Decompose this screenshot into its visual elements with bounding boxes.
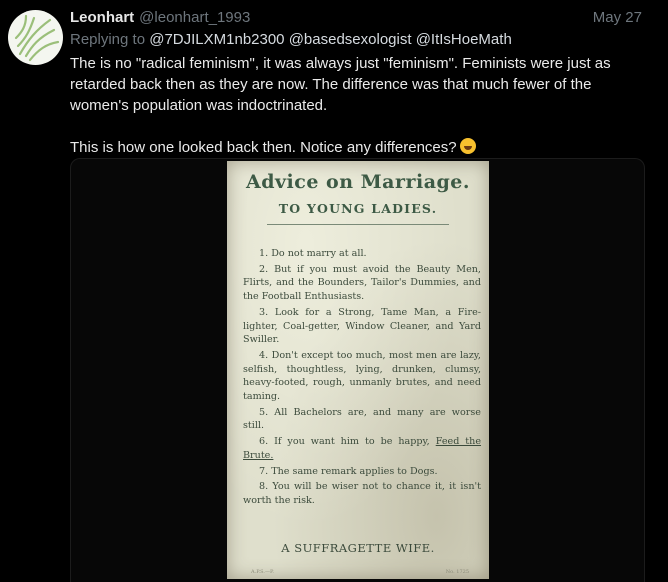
list-item: 8. You will be wiser not to chance it, i… [243,481,481,506]
postcard-number: No. 1725 [445,569,469,575]
list-item: 3. Look for a Strong, Tame Man, a Fire-l… [243,306,481,346]
list-item: 5. All Bachelors are, and many are worse… [243,406,481,432]
avatar[interactable] [8,10,63,65]
list-item: 7. The same remark applies to Dogs. [259,465,438,477]
tweet-text: This is how one looked back then. Notice… [70,139,457,156]
replying-label: Replying to [70,31,146,48]
advice-list: 1. Do not marry at all. 2. But if you mu… [243,247,481,510]
divider [267,224,449,225]
author-name[interactable]: Leonhart [70,9,134,26]
postcard-subtitle: TO YOUNG LADIES. [278,201,438,216]
tweet-media[interactable]: Advice on Marriage. TO YOUNG LADIES. 1. … [70,158,645,582]
mention-link[interactable]: @ItIsHoeMath [416,31,512,48]
tweet-date[interactable]: May 27 [593,9,642,26]
author-handle[interactable]: @leonhart_1993 [139,9,250,26]
tweet-header: Leonhart @leonhart_1993 May 27 [70,9,642,31]
postcard-title: Advice on Marriage. [245,171,471,193]
bamboo-leaves-icon [14,14,60,62]
mention-link[interactable]: @basedsexologist [289,31,412,48]
tweet-paragraph: This is how one looked back then. Notice… [70,137,645,158]
laughing-emoji-icon [459,138,476,154]
list-item: 1. Do not marry at all. [259,248,367,259]
mention-link[interactable]: @7DJILXM1nb2300 [149,31,284,48]
list-item: 4. Don't except too much, most men are l… [243,349,481,403]
postcard-publisher: A.P.S.—P. [251,569,274,575]
list-item: 2. But if you must avoid the Beauty Men,… [243,263,481,303]
list-item: 6. If you want him to be happy, Feed the… [243,436,482,461]
replying-to: Replying to @7DJILXM1nb2300 @basedsexolo… [70,31,512,48]
postcard-signature: A SUFFRAGETTE WIFE. [281,541,435,555]
tweet-paragraph: The is no "radical feminism", it was alw… [70,55,611,114]
postcard-image[interactable]: Advice on Marriage. TO YOUNG LADIES. 1. … [227,161,489,579]
